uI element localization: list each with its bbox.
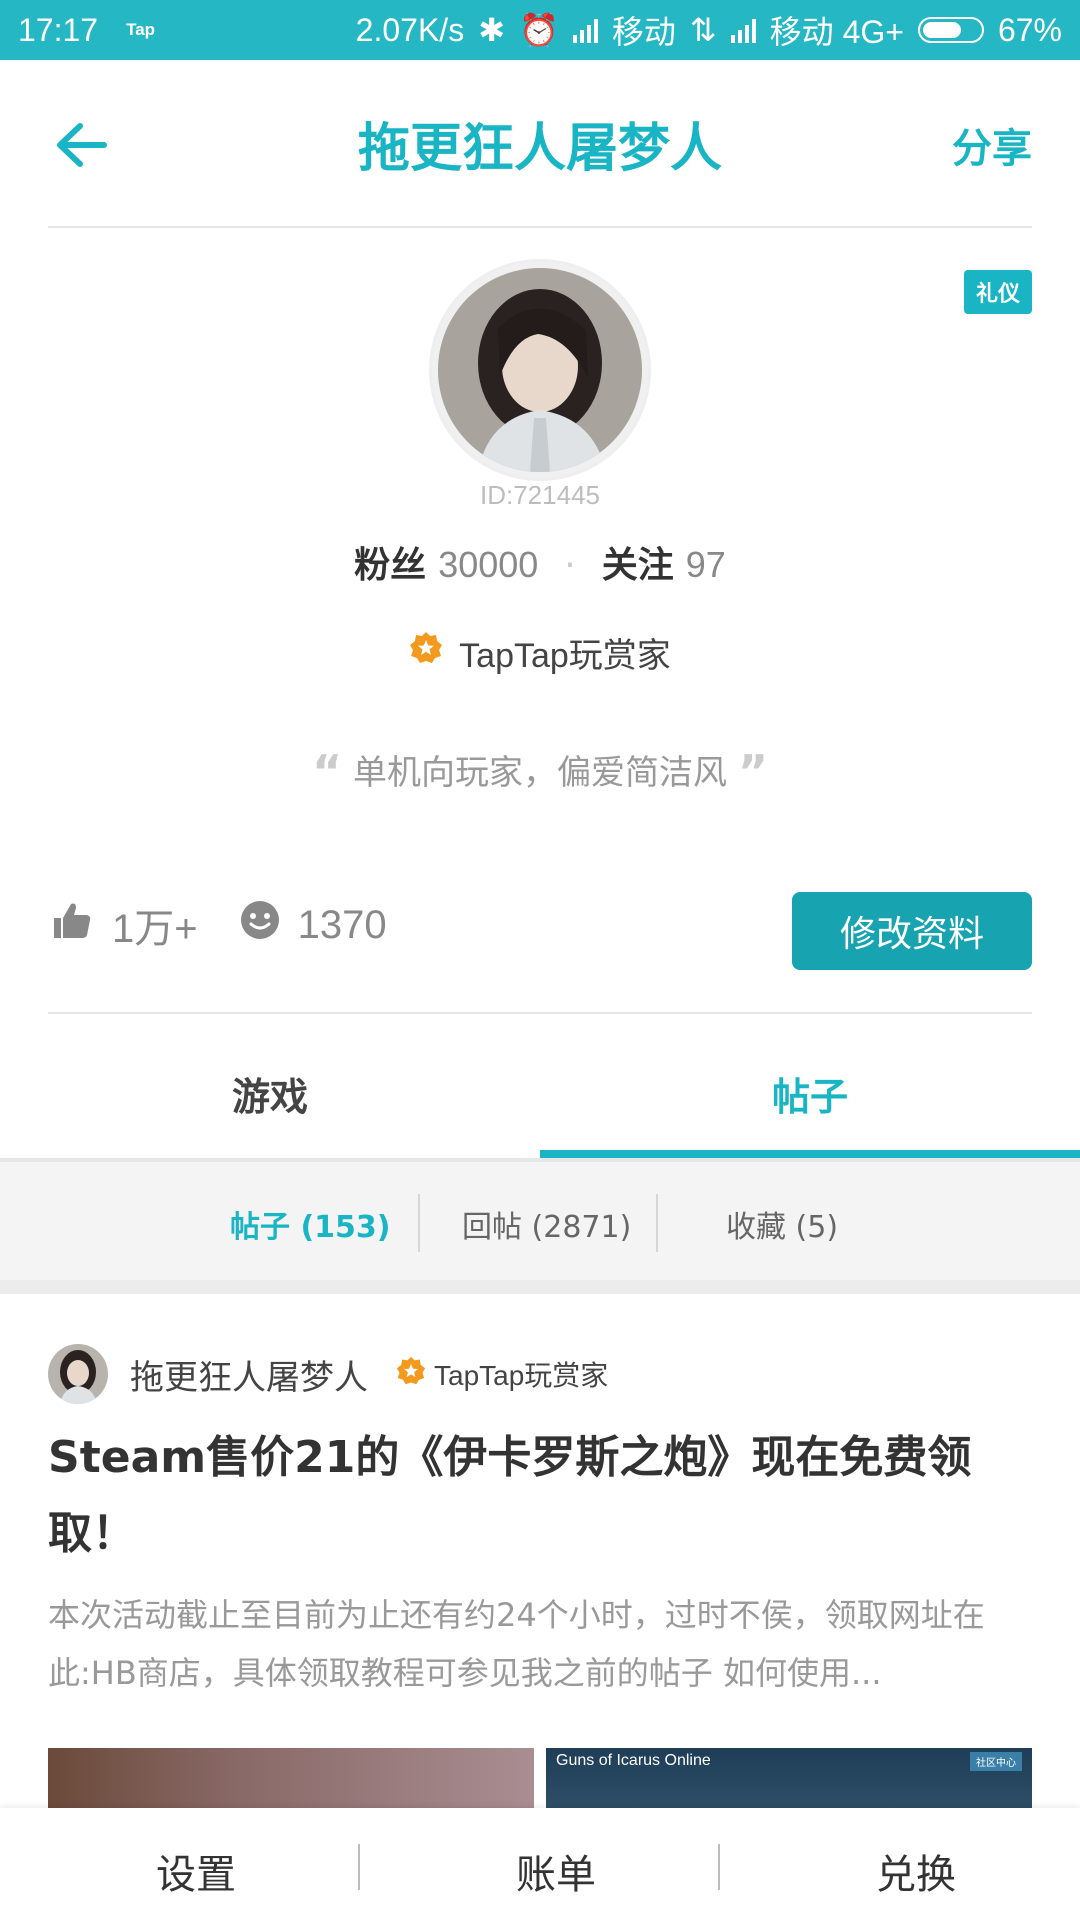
star-badge-icon [409,631,443,674]
taptap-notification-icon: Tap [126,20,156,39]
post-image-2-tag: 社区中心 [970,1752,1022,1771]
avatar[interactable] [432,262,648,478]
signal-icon [572,17,598,43]
carrier-label: 移动 [611,14,676,50]
header-divider [48,226,1032,228]
status-bar: 17:17 Tap 2.07K/s ✱ ⏰ 移动 ⇅ 移动 4G+ 67% [0,0,1080,60]
main-tabs: 游戏 帖子 [0,1016,1080,1162]
engagement-stats: 1万+ 1370 [52,896,387,954]
author-badge: TapTap玩赏家 [396,1354,608,1394]
subtab-replies[interactable]: 回帖 (2871) [462,1202,631,1246]
exchange-button[interactable]: 兑换 [736,1842,1080,1900]
tab-games[interactable]: 游戏 [0,1066,540,1121]
bottom-separator [718,1844,720,1890]
post-image-2[interactable]: Guns of Icarus Online 社区中心 [546,1748,1032,1808]
share-button[interactable]: 分享 [952,116,1032,174]
author-avatar[interactable] [48,1344,108,1404]
subtab-separator [656,1194,658,1252]
data-transfer-icon: ⇅ [689,12,717,48]
fans-label[interactable]: 粉丝 [354,545,426,586]
smile-icon [240,900,280,950]
follow-label[interactable]: 关注 [602,545,674,586]
likes-count: 1万+ [112,907,198,951]
thumbs-up-icon [52,900,92,950]
bio: “ 单机向玩家，偏爱简洁风 ” [0,745,1080,799]
etiquette-badge[interactable]: 礼仪 [963,270,1032,314]
alarm-icon: ⏰ [519,12,559,48]
user-id: ID:721445 [480,480,600,510]
badge-label: TapTap玩赏家 [459,637,671,675]
post-title[interactable]: Steam售价21的《伊卡罗斯之炮》现在免费领取！ [48,1420,1032,1572]
author-badge-label: TapTap玩赏家 [434,1360,609,1391]
bio-text: 单机向玩家，偏爱简洁风 [353,753,727,793]
active-tab-indicator [540,1150,1080,1158]
bottom-bar: 设置 账单 兑换 [0,1808,1080,1920]
header: 拖更狂人屠梦人 分享 [0,60,1080,228]
status-time: 17:17 [18,11,99,48]
profile-divider [48,1012,1032,1014]
signal-icon-2 [730,17,756,43]
post-excerpt[interactable]: 本次活动截止至目前为止还有约24个小时，过时不侯，领取网址在此:HB商店，具体领… [48,1586,1032,1702]
close-quote-icon: ” [737,745,769,799]
player-badge[interactable]: TapTap玩赏家 [0,628,1080,677]
follow-stats: 粉丝 30000 · 关注 97 [0,536,1080,588]
post-author-name[interactable]: 拖更狂人屠梦人 [130,1350,368,1399]
subtab-favorites[interactable]: 收藏 (5) [726,1202,838,1246]
page-title: 拖更狂人屠梦人 [357,119,722,179]
battery-icon [917,17,984,43]
fans-count[interactable]: 30000 [438,544,538,585]
subtab-posts[interactable]: 帖子 (153) [230,1202,391,1246]
network-speed: 2.07K/s [355,11,465,48]
edit-profile-button[interactable]: 修改资料 [792,892,1032,970]
tab-posts[interactable]: 帖子 [540,1066,1080,1121]
carrier-label-2: 移动 4G+ [769,14,904,50]
bill-button[interactable]: 账单 [376,1842,736,1900]
battery-percent: 67% [997,11,1062,48]
follow-count[interactable]: 97 [686,544,726,585]
post-subtabs: 帖子 (153) 回帖 (2871) 收藏 (5) [0,1162,1080,1294]
subtab-separator [418,1194,420,1252]
stats-separator: · [564,545,576,586]
post-image-2-title: Guns of Icarus Online [556,1752,711,1769]
star-badge-icon [396,1356,426,1393]
post-image-1[interactable] [48,1748,534,1808]
post-author-row[interactable]: 拖更狂人屠梦人 TapTap玩赏家 [48,1344,608,1404]
settings-button[interactable]: 设置 [16,1842,376,1900]
bottom-separator [358,1844,360,1890]
open-quote-icon: “ [311,745,343,799]
smiles-count: 1370 [297,902,387,947]
bluetooth-icon: ✱ [478,12,505,48]
